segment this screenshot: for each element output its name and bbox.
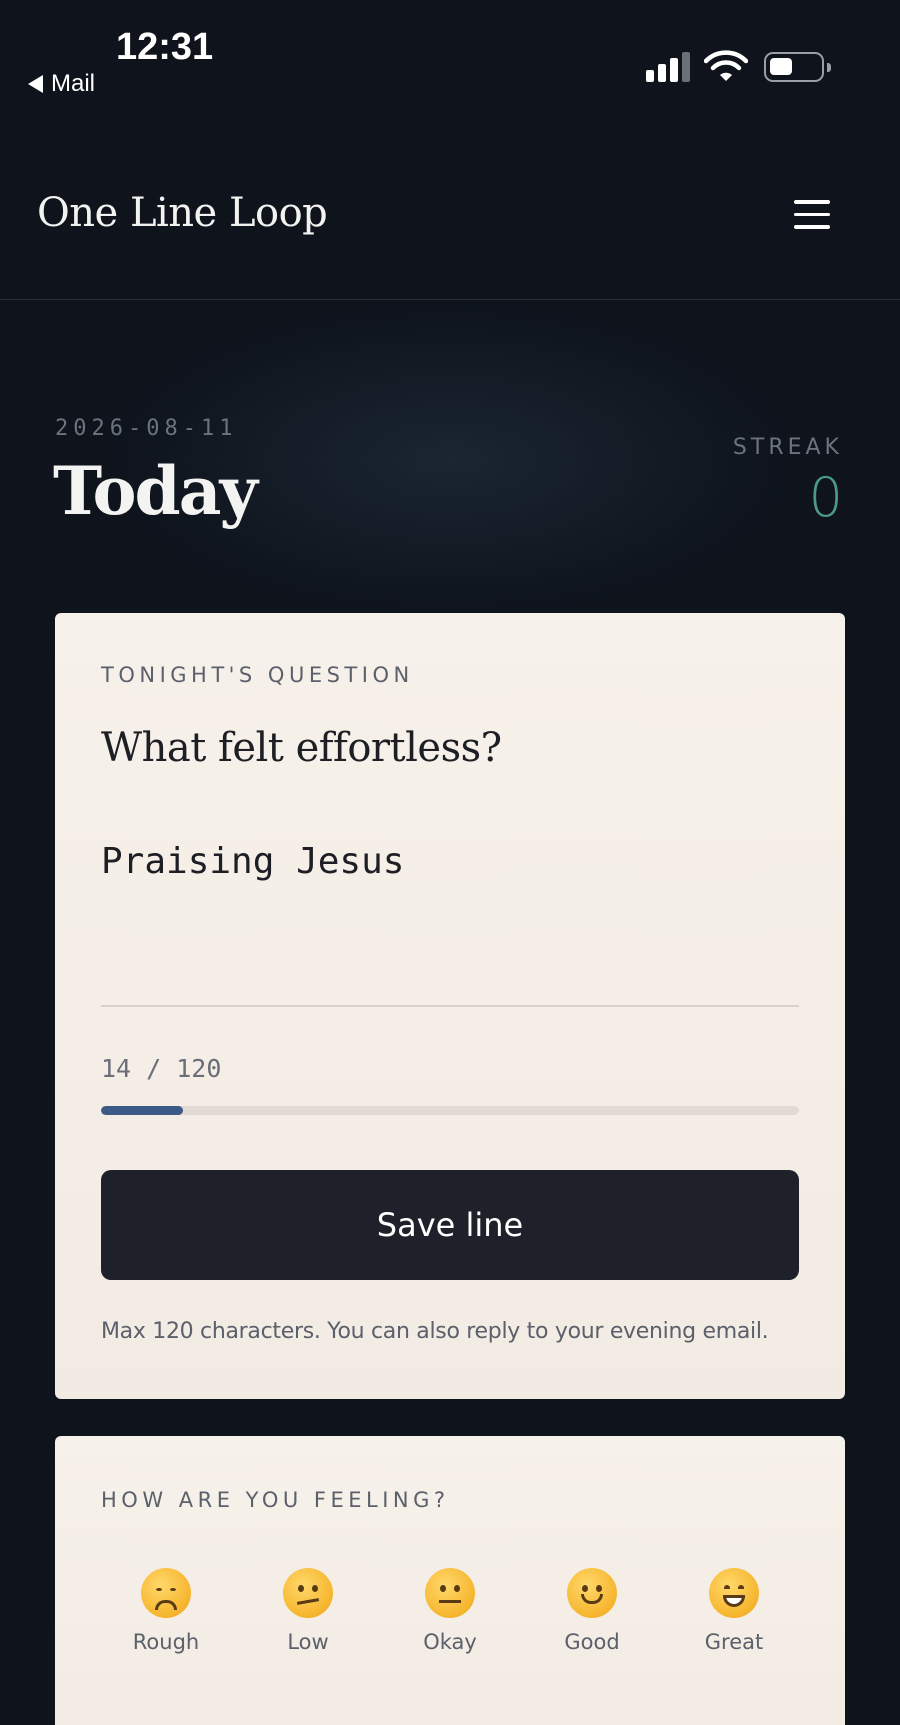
streak-label: STREAK — [732, 435, 843, 460]
app-header: One Line Loop — [0, 150, 900, 300]
slightly-smiling-face-icon — [567, 1568, 617, 1618]
help-text: Max 120 characters. You can also reply t… — [101, 1319, 769, 1344]
mood-option-okay[interactable]: Okay — [385, 1568, 515, 1654]
disappointed-face-icon — [141, 1568, 191, 1618]
character-progress-bar — [101, 1106, 799, 1115]
date-label: 2026-08-11 — [55, 416, 238, 441]
mood-option-good[interactable]: Good — [527, 1568, 657, 1654]
wifi-icon — [704, 50, 748, 81]
character-progress-fill — [101, 1106, 183, 1115]
back-arrow-icon — [28, 75, 43, 93]
feeling-card: HOW ARE YOU FEELING? Rough Low Okay Good… — [55, 1436, 845, 1725]
streak-value: 0 — [808, 466, 843, 529]
mood-label: Good — [564, 1630, 620, 1654]
back-to-mail-link[interactable]: Mail — [28, 70, 95, 98]
mood-option-rough[interactable]: Rough — [101, 1568, 231, 1654]
mood-option-low[interactable]: Low — [243, 1568, 373, 1654]
neutral-face-icon — [425, 1568, 475, 1618]
question-text: What felt effortless? — [101, 725, 502, 771]
mood-option-great[interactable]: Great — [669, 1568, 799, 1654]
question-overline: TONIGHT'S QUESTION — [101, 663, 414, 687]
feeling-overline: HOW ARE YOU FEELING? — [101, 1488, 450, 1512]
page-title: Today — [53, 452, 258, 530]
app-title: One Line Loop — [37, 190, 328, 236]
status-bar: 12:31 Mail — [0, 0, 900, 110]
grinning-face-icon — [709, 1568, 759, 1618]
character-counter: 14 / 120 — [101, 1054, 222, 1083]
battery-icon — [764, 52, 831, 82]
back-label: Mail — [51, 70, 96, 97]
question-card: TONIGHT'S QUESTION What felt effortless?… — [55, 613, 845, 1399]
save-line-button[interactable]: Save line — [101, 1170, 799, 1280]
hamburger-menu-icon[interactable] — [792, 200, 832, 234]
answer-input[interactable] — [101, 841, 799, 1007]
confused-face-icon — [283, 1568, 333, 1618]
mood-label: Rough — [132, 1630, 200, 1654]
status-time: 12:31 — [116, 26, 214, 68]
cellular-signal-icon — [646, 52, 690, 82]
mood-label: Low — [287, 1630, 329, 1654]
mood-label: Great — [704, 1630, 764, 1654]
mood-selector: Rough Low Okay Good Great — [101, 1568, 799, 1654]
mood-label: Okay — [423, 1630, 477, 1654]
